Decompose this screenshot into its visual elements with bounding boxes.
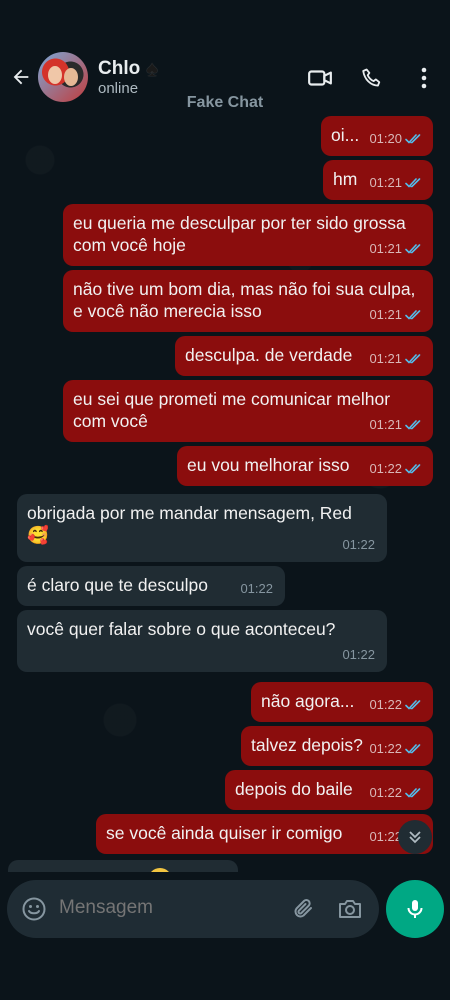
chat-watermark-label: Fake Chat xyxy=(186,94,264,111)
video-call-icon[interactable] xyxy=(306,64,334,92)
read-receipt-icon xyxy=(405,464,421,474)
message-timestamp: 01:21 xyxy=(369,414,423,436)
message-timestamp: 01:21 xyxy=(369,238,423,260)
mic-icon[interactable] xyxy=(386,880,444,938)
message-timestamp: 01:22 xyxy=(342,647,375,662)
message-timestamp: 01:21 xyxy=(369,172,423,194)
message-timestamp: 01:21 xyxy=(369,304,423,326)
message-composer[interactable] xyxy=(7,880,379,938)
incoming-message[interactable]: é claro que te desculpo 01:22 xyxy=(17,566,285,606)
outgoing-message[interactable]: depois do baile 01:22 xyxy=(225,770,433,810)
outgoing-message[interactable]: não agora... 01:22 xyxy=(251,682,433,722)
read-receipt-icon xyxy=(405,310,421,320)
phone-icon[interactable] xyxy=(358,64,386,92)
camera-icon[interactable] xyxy=(337,896,363,922)
outgoing-message[interactable]: talvez depois? 01:22 xyxy=(241,726,433,766)
message-text: obrigada por me mandar mensagem, Red 🥰 xyxy=(27,503,352,545)
outgoing-message[interactable]: eu vou melhorar isso 01:22 xyxy=(177,446,433,486)
outgoing-message[interactable]: oi... 01:20 xyxy=(321,116,433,156)
attach-icon[interactable] xyxy=(291,896,317,922)
emoji-icon[interactable] xyxy=(21,896,47,922)
message-timestamp: 01:22 xyxy=(369,458,423,480)
read-receipt-icon xyxy=(405,788,421,798)
back-arrow-icon[interactable] xyxy=(8,64,34,90)
message-timestamp: 01:20 xyxy=(369,128,423,150)
message-timestamp: 01:22 xyxy=(369,782,423,804)
read-receipt-icon xyxy=(405,700,421,710)
message-timestamp: 01:22 xyxy=(369,694,423,716)
spade-emoji: ♠ xyxy=(146,56,158,81)
message-input[interactable] xyxy=(59,897,279,919)
incoming-message[interactable]: você quer falar sobre o que aconteceu? 01… xyxy=(17,610,387,672)
read-receipt-icon xyxy=(405,134,421,144)
read-receipt-icon xyxy=(405,244,421,254)
contact-name[interactable]: Chlo ♠ xyxy=(98,56,158,82)
message-timestamp: 01:22 xyxy=(240,581,273,596)
message-timestamp: 01:22 xyxy=(342,537,375,552)
scroll-down-icon[interactable] xyxy=(398,820,432,854)
read-receipt-icon xyxy=(405,354,421,364)
outgoing-message[interactable]: eu queria me desculpar por ter sido gros… xyxy=(63,204,433,266)
message-timestamp: 01:22 xyxy=(369,738,423,760)
outgoing-message[interactable]: hm 01:21 xyxy=(323,160,433,200)
read-receipt-icon xyxy=(405,178,421,188)
outgoing-message[interactable]: se você ainda quiser ir comigo 01:22 xyxy=(96,814,433,854)
outgoing-message[interactable]: desculpa. de verdade 01:21 xyxy=(175,336,433,376)
read-receipt-icon xyxy=(405,744,421,754)
outgoing-message[interactable]: não tive um bom dia, mas não foi sua cul… xyxy=(63,270,433,332)
read-receipt-icon xyxy=(405,420,421,430)
more-options-icon[interactable] xyxy=(410,64,438,92)
outgoing-message[interactable]: eu sei que prometi me comunicar melhor c… xyxy=(63,380,433,442)
message-timestamp: 01:21 xyxy=(369,348,423,370)
message-text: você quer falar sobre o que aconteceu? xyxy=(27,619,336,639)
message-text: é claro que te desculpo xyxy=(27,575,208,595)
incoming-message[interactable]: obrigada por me mandar mensagem, Red 🥰 01… xyxy=(17,494,387,562)
